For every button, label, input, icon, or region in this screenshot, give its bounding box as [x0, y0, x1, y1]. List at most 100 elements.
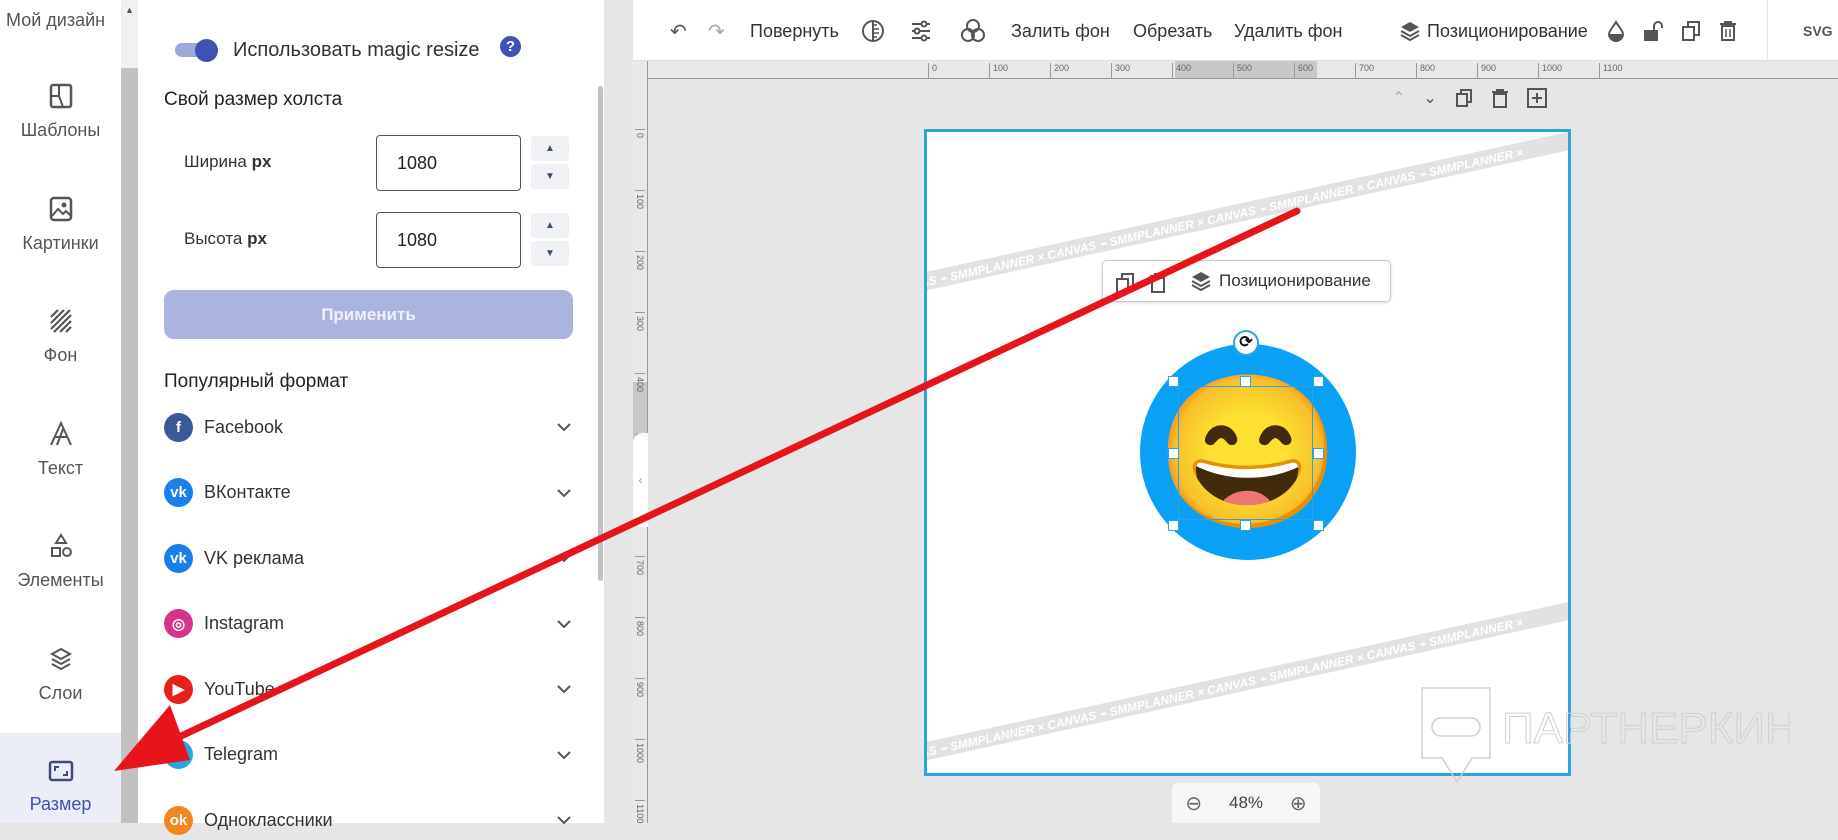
format-name: YouTube: [204, 678, 275, 699]
ruler-tick: 200: [635, 251, 645, 270]
elements-icon: [50, 533, 72, 557]
nav-item-layers[interactable]: Слои: [0, 645, 121, 725]
ruler-tick: 300: [1111, 63, 1130, 78]
nav-scrollbar-thumb[interactable]: [121, 68, 138, 823]
apply-button[interactable]: Применить: [164, 290, 573, 339]
format-item[interactable]: vk VK реклама: [164, 538, 574, 578]
lock-button[interactable]: [1643, 18, 1663, 44]
chevron-down-icon[interactable]: [554, 679, 574, 699]
top-toolbar: ↶ ↷ Повернуть Залить фон Обрезать Удалит…: [633, 0, 1838, 61]
undo-button[interactable]: ↶: [670, 18, 687, 44]
ruler-tick: 800: [1416, 63, 1435, 78]
opacity-button[interactable]: [1607, 18, 1625, 44]
resize-handle[interactable]: [1313, 520, 1324, 531]
zoom-out-icon[interactable]: ⊖: [1185, 791, 1202, 816]
ruler-tick: 0: [635, 129, 645, 138]
chevron-down-icon[interactable]: [554, 417, 574, 437]
zoom-level: 48%: [1228, 793, 1264, 812]
delete-button[interactable]: [1719, 18, 1737, 44]
delete-page-icon[interactable]: [1491, 88, 1509, 108]
height-increment-button[interactable]: ▲: [531, 213, 569, 238]
ruler-tick: 200: [1050, 63, 1069, 78]
templates-icon: [49, 83, 72, 109]
resize-handle[interactable]: [1168, 520, 1179, 531]
nav-item-elements[interactable]: Элементы: [0, 532, 121, 612]
drop-icon: [1607, 20, 1625, 42]
chevron-down-icon[interactable]: [554, 614, 574, 634]
watermark-label: ПАРТНЕРКИН: [1502, 704, 1790, 753]
height-decrement-button[interactable]: ▼: [531, 241, 569, 266]
nav-label: Картинки: [22, 233, 99, 253]
rotate-button[interactable]: Повернуть: [750, 18, 839, 44]
fill-background-button[interactable]: Залить фон: [1011, 18, 1110, 44]
width-decrement-button[interactable]: ▼: [531, 164, 569, 189]
resize-handle[interactable]: [1168, 448, 1179, 459]
resize-handle[interactable]: [1240, 520, 1251, 531]
left-nav: Мой дизайн Шаблоны Картинки Фон Текст Эл…: [0, 0, 121, 823]
width-input[interactable]: [376, 135, 521, 191]
chevron-down-icon[interactable]: [554, 745, 574, 765]
move-down-icon[interactable]: ⌄: [1423, 88, 1436, 108]
crop-button[interactable]: Обрезать: [1133, 18, 1212, 44]
collapse-panel-button[interactable]: ‹: [633, 433, 648, 527]
help-icon[interactable]: ?: [500, 36, 521, 57]
resize-handle[interactable]: [1240, 376, 1251, 387]
chevron-down-icon[interactable]: [554, 810, 574, 830]
chevron-down-icon[interactable]: [554, 548, 574, 568]
magic-resize-toggle[interactable]: [173, 38, 221, 62]
filters-button[interactable]: [960, 18, 986, 44]
copy-page-icon[interactable]: [1455, 88, 1473, 108]
format-logo-icon: ➤: [164, 740, 193, 769]
ruler-tick: 500: [1233, 63, 1252, 78]
format-item[interactable]: ok Одноклассники: [164, 800, 574, 840]
format-item[interactable]: f Facebook: [164, 407, 574, 447]
width-label-text: Ширина: [184, 152, 247, 171]
format-item[interactable]: vk ВКонтакте: [164, 473, 574, 513]
format-item[interactable]: ▶ YouTube: [164, 669, 574, 709]
format-name: ВКонтакте: [204, 482, 291, 502]
nav-item-text[interactable]: Текст: [0, 420, 121, 500]
chevron-down-icon[interactable]: [554, 483, 574, 503]
trash-icon[interactable]: [1149, 272, 1167, 294]
format-item[interactable]: ➤ Telegram: [164, 735, 574, 775]
my-design-link[interactable]: Мой дизайн: [6, 10, 105, 31]
nav-item-background[interactable]: Фон: [0, 307, 121, 387]
ruler-tick: 400: [635, 373, 645, 392]
nav-item-resize[interactable]: Размер: [0, 733, 121, 823]
copy-icon[interactable]: [1115, 272, 1135, 294]
nav-label: Размер: [29, 794, 92, 814]
nav-label: Фон: [43, 345, 78, 365]
popular-format-title: Популярный формат: [164, 371, 349, 392]
nav-item-images[interactable]: Картинки: [0, 195, 121, 275]
resize-handle[interactable]: [1313, 448, 1324, 459]
remove-background-button[interactable]: Удалить фон: [1234, 18, 1342, 44]
zoom-in-icon[interactable]: ⊕: [1290, 791, 1307, 816]
ruler-tick: 600: [1294, 63, 1313, 78]
width-increment-button[interactable]: ▲: [531, 136, 569, 161]
resize-handle[interactable]: [1168, 376, 1179, 387]
ruler-tick: 900: [635, 678, 645, 697]
redo-button[interactable]: ↷: [708, 18, 725, 44]
nav-label: Шаблоны: [20, 120, 101, 140]
contrast-button[interactable]: [861, 18, 885, 44]
nav-label: Слои: [38, 683, 83, 703]
filters-icon: [961, 19, 985, 42]
duplicate-button[interactable]: [1681, 18, 1701, 44]
format-logo-icon: vk: [164, 478, 193, 507]
nav-item-templates[interactable]: Шаблоны: [0, 82, 121, 162]
rotate-handle-icon[interactable]: ⟳: [1233, 330, 1259, 356]
positioning-button[interactable]: Позиционирование: [1190, 270, 1371, 292]
positioning-button[interactable]: Позиционирование: [1399, 18, 1588, 44]
add-page-icon[interactable]: [1526, 88, 1547, 108]
move-up-icon[interactable]: ⌃: [1392, 88, 1405, 108]
panel-scrollbar[interactable]: [598, 86, 603, 581]
adjust-button[interactable]: [910, 18, 932, 44]
ruler-tick: 1000: [635, 739, 645, 763]
custom-size-title: Свой размер холста: [164, 89, 343, 110]
height-input[interactable]: [376, 212, 521, 268]
svg-export-button[interactable]: SVG: [1803, 18, 1833, 44]
scroll-up-arrow-icon[interactable]: ▲: [125, 5, 134, 15]
positioning-label: Позиционирование: [1219, 271, 1371, 290]
resize-handle[interactable]: [1313, 376, 1324, 387]
format-item[interactable]: ◎ Instagram: [164, 604, 574, 644]
